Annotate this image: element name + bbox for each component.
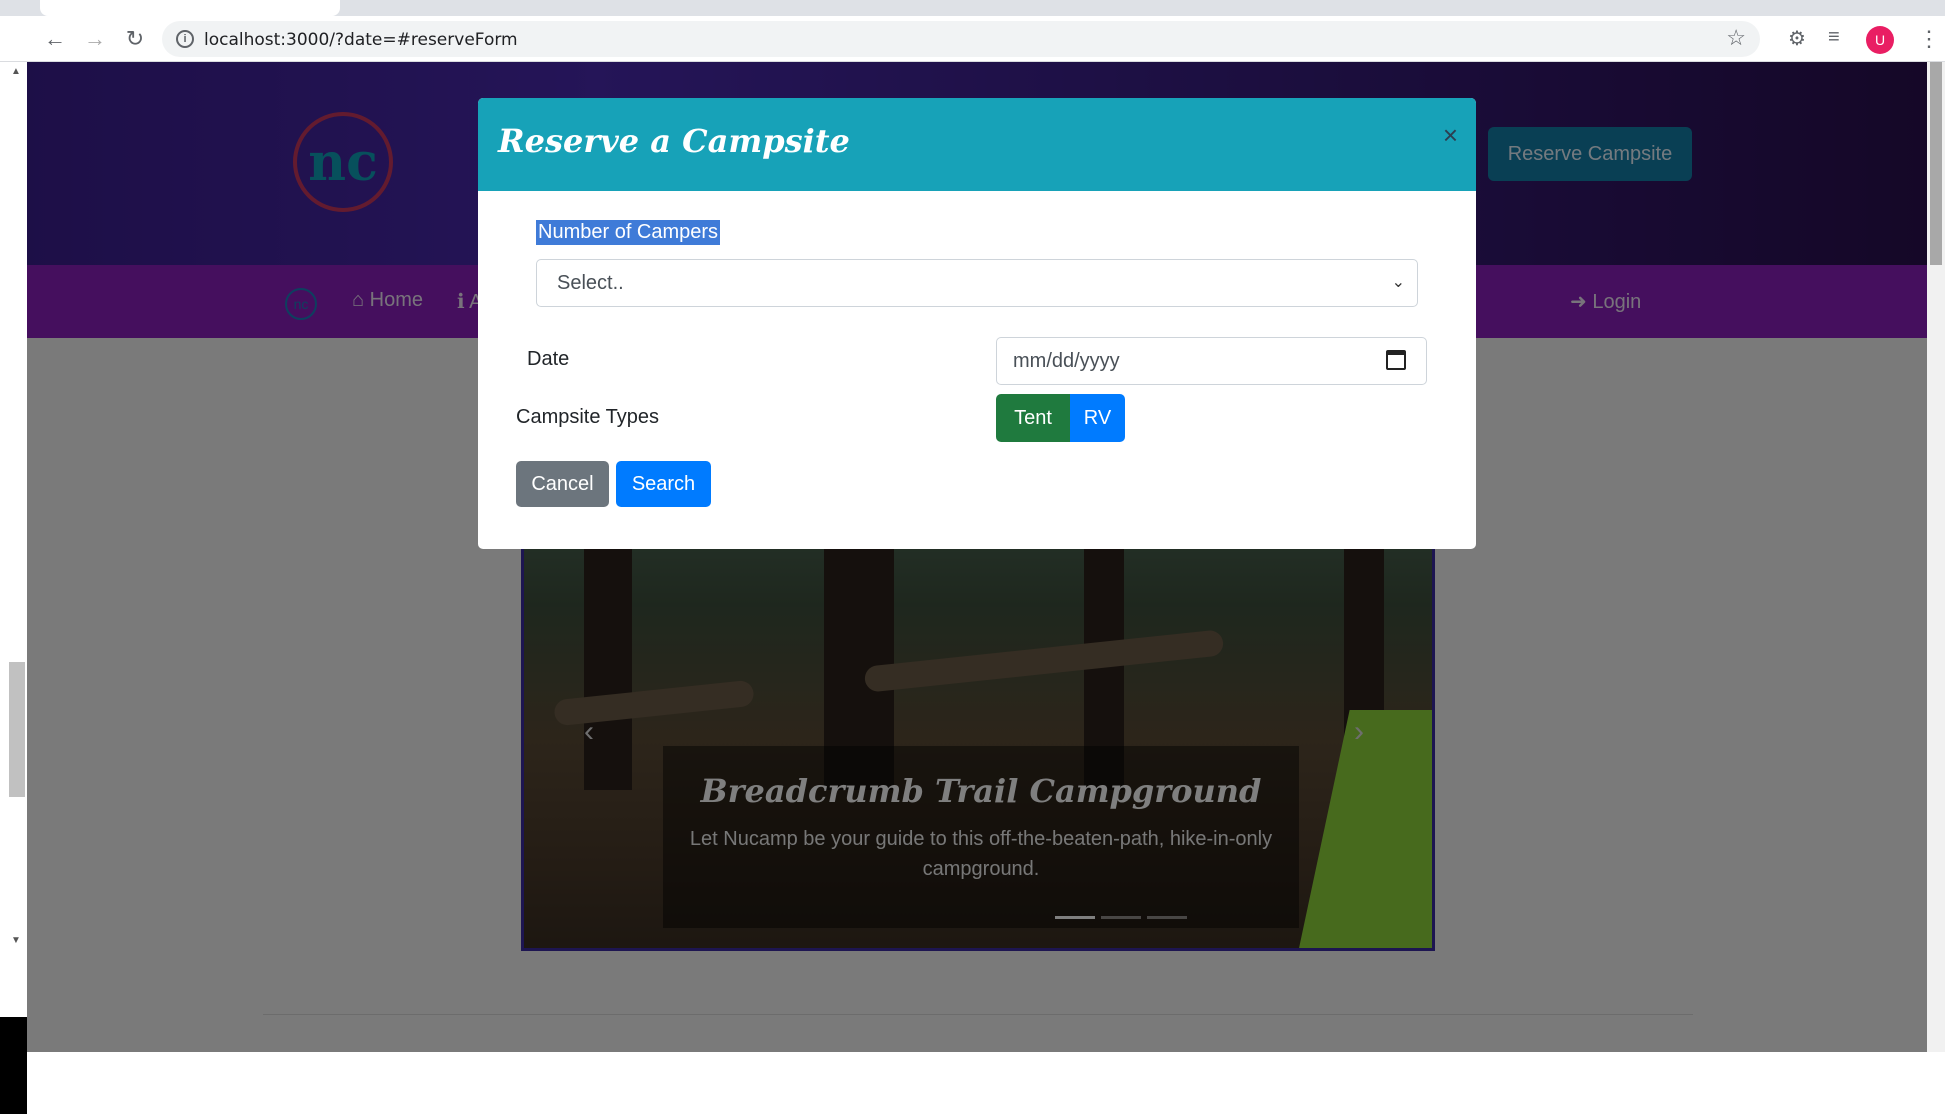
- address-bar[interactable]: i localhost:3000/?date=#reserveForm ☆: [162, 21, 1760, 57]
- campers-label: Number of Campers: [536, 220, 721, 245]
- browser-menu-icon[interactable]: ⋮: [1918, 26, 1940, 52]
- reload-icon[interactable]: ↻: [120, 24, 150, 54]
- forward-icon[interactable]: →: [80, 24, 110, 54]
- search-button[interactable]: Search: [616, 461, 711, 507]
- close-icon[interactable]: ×: [1443, 120, 1458, 151]
- browser-toolbar: ← → ↻ i localhost:3000/?date=#reserveFor…: [0, 16, 1945, 62]
- left-scrollbar[interactable]: ▲ ▼: [0, 62, 27, 1114]
- scrollbar-thumb[interactable]: [9, 662, 25, 797]
- cancel-button[interactable]: Cancel: [516, 461, 609, 507]
- chevron-down-icon: ⌄: [1391, 274, 1405, 291]
- info-icon[interactable]: i: [176, 30, 194, 48]
- browser-tab[interactable]: [40, 0, 340, 16]
- back-icon[interactable]: ←: [40, 24, 70, 54]
- scroll-down-icon[interactable]: ▼: [11, 935, 21, 946]
- page-scrollbar-thumb[interactable]: [1930, 62, 1942, 265]
- modal-header: Reserve a Campsite ×: [478, 98, 1476, 191]
- browser-tabstrip: [0, 0, 1945, 16]
- reserve-modal: Reserve a Campsite × Number of Campers S…: [478, 98, 1476, 549]
- profile-avatar[interactable]: U: [1866, 26, 1894, 54]
- page-scrollbar[interactable]: [1927, 62, 1945, 1052]
- date-label: Date: [527, 348, 570, 370]
- bookmark-star-icon[interactable]: ☆: [1726, 25, 1746, 51]
- tent-toggle-button[interactable]: Tent: [996, 394, 1070, 442]
- campers-select[interactable]: Select.. ⌄: [536, 259, 1418, 307]
- url-text[interactable]: localhost:3000/?date=#reserveForm: [204, 30, 518, 50]
- black-area: [0, 1017, 27, 1114]
- rv-toggle-button[interactable]: RV: [1070, 394, 1125, 442]
- scroll-up-icon[interactable]: ▲: [11, 66, 21, 77]
- date-placeholder: mm/dd/yyyy: [1013, 350, 1120, 372]
- campers-select-value: Select..: [557, 272, 624, 294]
- reading-list-icon[interactable]: ≡: [1828, 26, 1840, 49]
- calendar-icon[interactable]: [1386, 350, 1406, 370]
- date-field[interactable]: mm/dd/yyyy: [996, 337, 1427, 385]
- modal-title: Reserve a Campsite: [498, 122, 850, 160]
- extensions-icon[interactable]: ⚙: [1788, 26, 1806, 51]
- campsite-types-label: Campsite Types: [516, 406, 660, 428]
